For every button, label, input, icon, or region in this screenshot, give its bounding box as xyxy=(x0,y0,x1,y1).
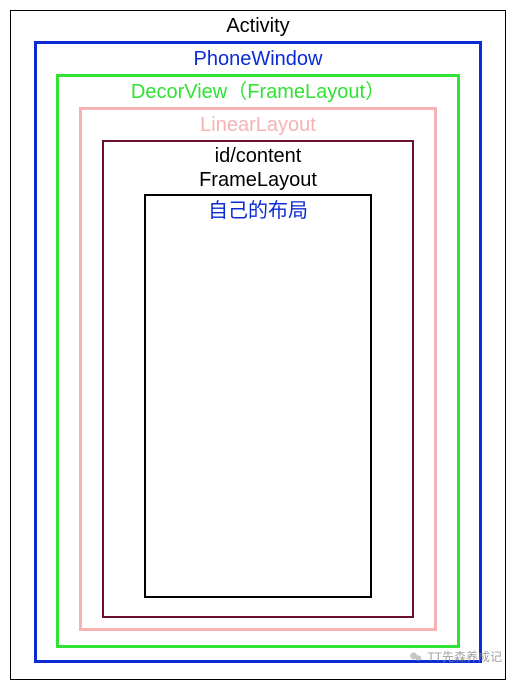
decorview-layer: DecorView（FrameLayout） LinearLayout id/c… xyxy=(56,74,460,648)
decorview-label: DecorView（FrameLayout） xyxy=(131,77,385,107)
linearlayout-label: LinearLayout xyxy=(200,110,316,140)
watermark-text: TT先森养成记 xyxy=(427,648,502,665)
activity-layer: Activity PhoneWindow DecorView（FrameLayo… xyxy=(10,10,506,680)
ownlayout-label: 自己的布局 xyxy=(208,196,308,226)
wechat-icon xyxy=(409,650,423,664)
activity-label: Activity xyxy=(226,11,289,41)
ownlayout-layer: 自己的布局 xyxy=(144,194,372,598)
idcontent-label-line1: id/content xyxy=(215,145,302,167)
linearlayout-layer: LinearLayout id/content FrameLayout 自己的布… xyxy=(79,107,437,631)
phonewindow-layer: PhoneWindow DecorView（FrameLayout） Linea… xyxy=(34,41,482,663)
idcontent-label: id/content FrameLayout xyxy=(199,142,317,194)
watermark: TT先森养成记 xyxy=(409,648,502,665)
idcontent-label-line2: FrameLayout xyxy=(199,169,317,191)
idcontent-layer: id/content FrameLayout 自己的布局 xyxy=(102,140,414,618)
phonewindow-label: PhoneWindow xyxy=(194,44,323,74)
